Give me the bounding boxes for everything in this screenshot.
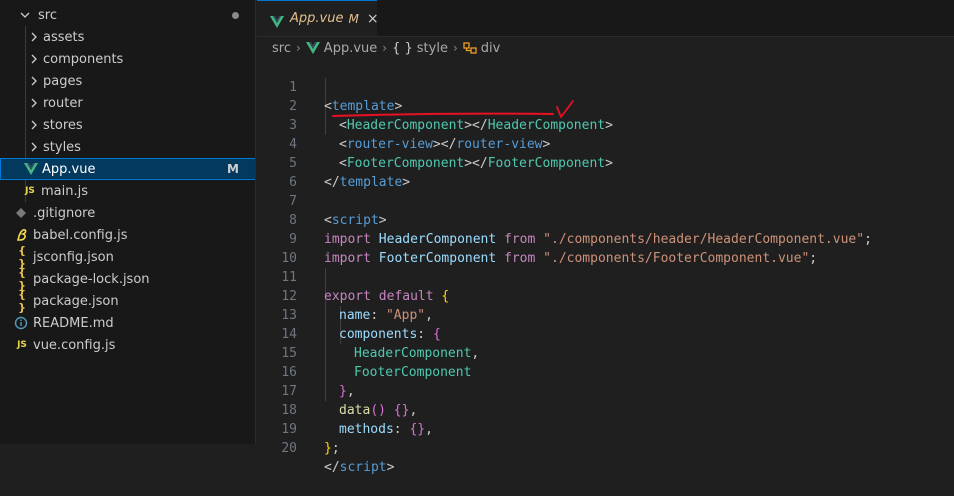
tree-file-vue-config[interactable]: JS vue.config.js [0,334,255,356]
file-label: README.md [33,315,114,331]
chevron-right-icon [27,74,41,88]
folder-label: pages [43,73,83,89]
explorer-sidebar: src assets components pages router store… [0,0,256,444]
info-icon [14,316,30,330]
tree-folder-pages[interactable]: pages [0,70,255,92]
chevron-right-icon [27,118,41,132]
tree-file-package-json[interactable]: { } package.json [0,288,255,314]
tree-folder-components[interactable]: components [0,48,255,70]
red-underline-annotation [332,100,574,118]
tree-file-app-vue[interactable]: App.vue M [0,158,255,180]
tree-folder-styles[interactable]: styles [0,136,255,158]
code-token: script [339,460,387,475]
tree-folder-src[interactable]: src [0,4,255,26]
file-label: babel.config.js [33,227,128,243]
file-label: .gitignore [33,205,96,221]
tree-file-main-js[interactable]: JS main.js [0,180,255,202]
folder-label: router [43,95,83,111]
tree-file-gitignore[interactable]: .gitignore [0,202,255,224]
tree-folder-stores[interactable]: stores [0,114,255,136]
file-label: package-lock.json [33,271,150,287]
folder-label: components [43,51,124,67]
json-icon: { } [18,288,26,314]
file-label: package.json [33,293,119,309]
file-label: jsconfig.json [33,249,114,265]
babel-icon [14,228,30,242]
modified-dot-icon [232,12,239,19]
folder-label: stores [43,117,83,133]
folder-label: src [38,7,57,23]
vue-icon [23,162,39,176]
tree-folder-router[interactable]: router [0,92,255,114]
chevron-right-icon [27,52,41,66]
folder-label: assets [43,29,85,45]
tree-file-jsconfig[interactable]: { } jsconfig.json [0,244,255,270]
tree-file-readme[interactable]: README.md [0,312,255,334]
code-token: > [386,460,395,475]
editor-pane: App.vue M × src › App.vue › { } style › … [257,0,954,475]
file-label: main.js [41,183,88,199]
chevron-down-icon [18,8,32,22]
tree-file-babel-config[interactable]: babel.config.js [0,224,255,246]
folder-label: styles [43,139,81,155]
file-label: App.vue [42,161,96,177]
modified-badge: M [227,162,239,176]
chevron-right-icon [27,30,41,44]
file-label: vue.config.js [33,337,116,353]
js-icon: JS [25,186,35,196]
js-icon: JS [17,340,27,350]
chevron-right-icon [27,96,41,110]
git-icon [14,206,30,220]
tree-folder-assets[interactable]: assets [0,26,255,48]
tree-file-package-lock[interactable]: { } package-lock.json [0,266,255,292]
code-token: </ [324,460,340,475]
chevron-right-icon [27,140,41,154]
